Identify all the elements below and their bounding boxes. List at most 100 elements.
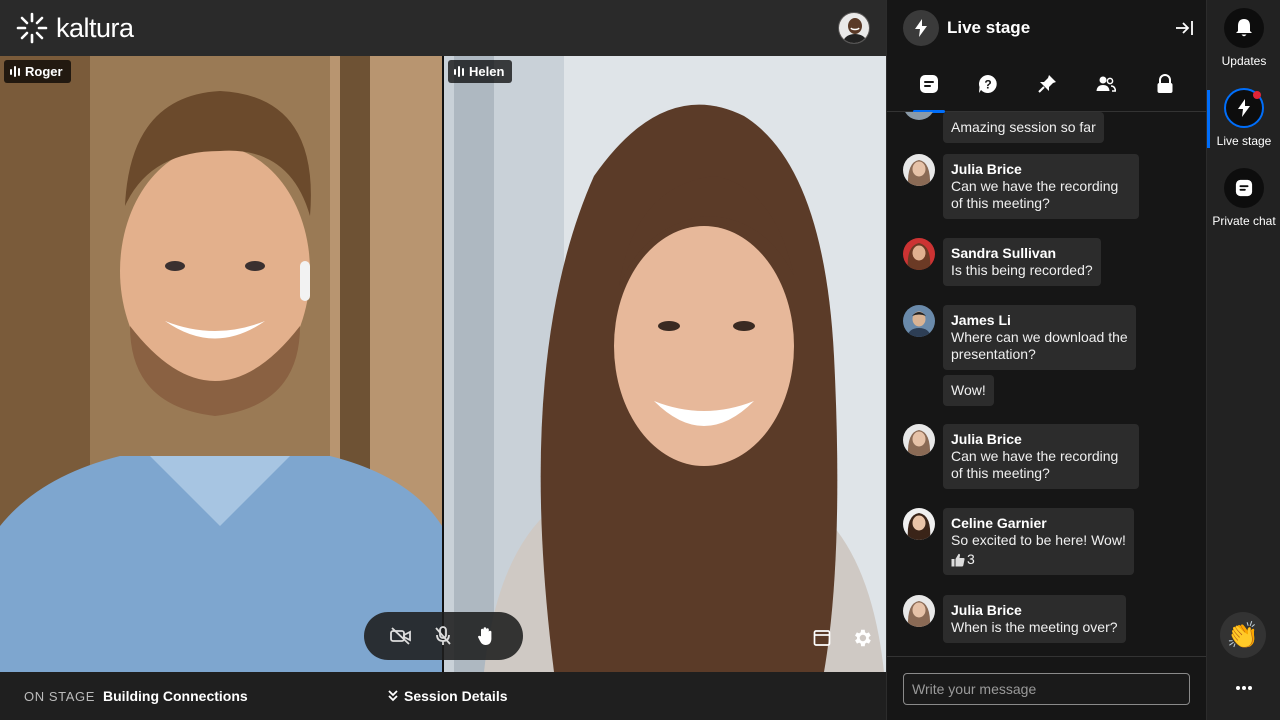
notification-dot [1253, 91, 1261, 99]
avatar [903, 238, 935, 270]
user-avatar[interactable] [838, 12, 870, 44]
message-author: Julia Brice [951, 602, 1022, 618]
rail-item-updates[interactable]: Updates [1207, 8, 1280, 68]
message-author: Julia Brice [951, 431, 1022, 447]
raise-hand-icon [477, 627, 492, 645]
right-rail: Updates Live stage Private chat 👏 [1206, 0, 1280, 720]
message-text: Can we have the recording of this meetin… [951, 178, 1119, 211]
panel-header: Live stage [887, 0, 1206, 56]
message-text: Where can we download the presentation? [951, 329, 1128, 362]
message-text: Can we have the recording of this meetin… [951, 448, 1119, 481]
participant-name: Roger [25, 64, 63, 79]
live-stage-panel: Live stage ? Amazing session so far Juli… [886, 0, 1207, 720]
message-bubble: Julia Brice When is the meeting over? [943, 595, 1126, 643]
video-tile-helen[interactable]: Helen [444, 56, 886, 672]
app-root: kaltura Roger Helen ON STAGE Building Co… [0, 0, 1280, 720]
lightning-icon [915, 19, 927, 37]
audio-level-icon [10, 66, 20, 78]
audio-level-icon [454, 66, 464, 78]
video-tile-roger[interactable]: Roger [0, 56, 442, 672]
bell-icon [1236, 19, 1252, 37]
private-chat-button[interactable] [1224, 168, 1264, 208]
message-text: Is this being recorded? [951, 262, 1093, 278]
more-options-button[interactable] [1231, 678, 1257, 698]
live-stage-badge [903, 10, 939, 46]
video-stage: Roger Helen [0, 56, 886, 672]
tab-questions[interactable]: ? [966, 56, 1010, 112]
rail-item-private-chat[interactable]: Private chat [1207, 168, 1280, 228]
avatar [903, 595, 935, 627]
arrow-right-bar-icon [1176, 21, 1193, 35]
chat-message: Amazing session so far [943, 112, 1104, 143]
session-details-button[interactable]: Session Details [388, 688, 508, 704]
tab-chat[interactable] [907, 56, 951, 113]
double-chevron-down-icon [388, 690, 398, 702]
session-details-label: Session Details [404, 688, 508, 704]
message-bubble: Julia Brice Can we have the recording of… [943, 154, 1139, 219]
settings-button[interactable] [850, 626, 874, 650]
tab-private[interactable] [1143, 56, 1187, 112]
video-feed-helen [444, 56, 886, 672]
avatar [903, 112, 935, 120]
camera-toggle-button[interactable] [387, 622, 415, 650]
camera-off-icon [390, 627, 412, 645]
message-author: James Li [951, 312, 1011, 328]
message-bubble: Julia Brice Can we have the recording of… [943, 424, 1139, 489]
participant-name-tag: Roger [4, 60, 71, 83]
question-icon: ? [978, 74, 997, 93]
gear-icon [855, 629, 871, 647]
tab-people[interactable] [1084, 56, 1128, 112]
message-composer [887, 656, 1207, 720]
collapse-panel-button[interactable] [1174, 18, 1194, 38]
avatar [903, 424, 935, 456]
message-author: Julia Brice [951, 161, 1022, 177]
lock-icon [1157, 73, 1172, 93]
chat-message: Julia Brice When is the meeting over? [903, 595, 1126, 643]
chat-icon [1235, 179, 1253, 197]
lightning-icon [1238, 99, 1250, 117]
like-reaction[interactable]: 3 [951, 551, 1126, 568]
on-stage-label: ON STAGE [24, 688, 96, 704]
avatar [903, 508, 935, 540]
message-author: Celine Garnier [951, 515, 1047, 531]
chat-message: Julia Brice Can we have the recording of… [903, 424, 1139, 489]
tab-pinned[interactable] [1025, 56, 1069, 112]
svg-text:?: ? [984, 77, 991, 91]
panel-tabs: ? [887, 56, 1206, 113]
kaltura-logo[interactable]: kaltura [16, 12, 134, 44]
panel-title: Live stage [947, 18, 1031, 37]
top-bar: kaltura [0, 0, 886, 56]
people-icon [1096, 76, 1116, 92]
reaction-count: 3 [967, 551, 975, 567]
mic-off-icon [435, 626, 452, 645]
bottom-bar: ON STAGE Building Connections Session De… [0, 672, 886, 720]
message-text: When is the meeting over? [951, 619, 1118, 635]
message-text: So excited to be here! Wow! [951, 532, 1126, 548]
rail-item-live-stage[interactable]: Live stage [1207, 88, 1280, 148]
kaltura-logo-icon [16, 12, 48, 44]
chat-feed: Amazing session so far Julia Brice Can w… [887, 112, 1207, 656]
message-text: Wow! [951, 382, 986, 398]
message-bubble: James Li Where can we download the prese… [943, 305, 1136, 370]
rail-item-label: Private chat [1212, 214, 1276, 228]
message-text: Amazing session so far [951, 119, 1096, 135]
more-dots-icon [1236, 686, 1252, 690]
rail-item-label: Updates [1221, 54, 1267, 68]
brand-name: kaltura [56, 12, 134, 43]
updates-button[interactable] [1224, 8, 1264, 48]
avatar [903, 305, 935, 337]
chat-message: James Li Where can we download the prese… [903, 305, 1136, 370]
layout-button[interactable] [810, 626, 834, 650]
chat-message: Sandra Sullivan Is this being recorded? [903, 238, 1101, 286]
live-stage-button[interactable] [1224, 88, 1264, 128]
chat-message: Wow! [943, 375, 994, 406]
reactions-button[interactable]: 👏 [1220, 612, 1266, 658]
message-bubble: Celine Garnier So excited to be here! Wo… [943, 508, 1134, 575]
message-input[interactable] [903, 673, 1190, 705]
layout-icon [813, 630, 831, 646]
raise-hand-button[interactable] [472, 622, 500, 650]
thumbs-up-icon [951, 553, 965, 566]
user-avatar-image [839, 13, 869, 43]
mic-toggle-button[interactable] [429, 622, 457, 650]
chat-message: Julia Brice Can we have the recording of… [903, 154, 1139, 219]
